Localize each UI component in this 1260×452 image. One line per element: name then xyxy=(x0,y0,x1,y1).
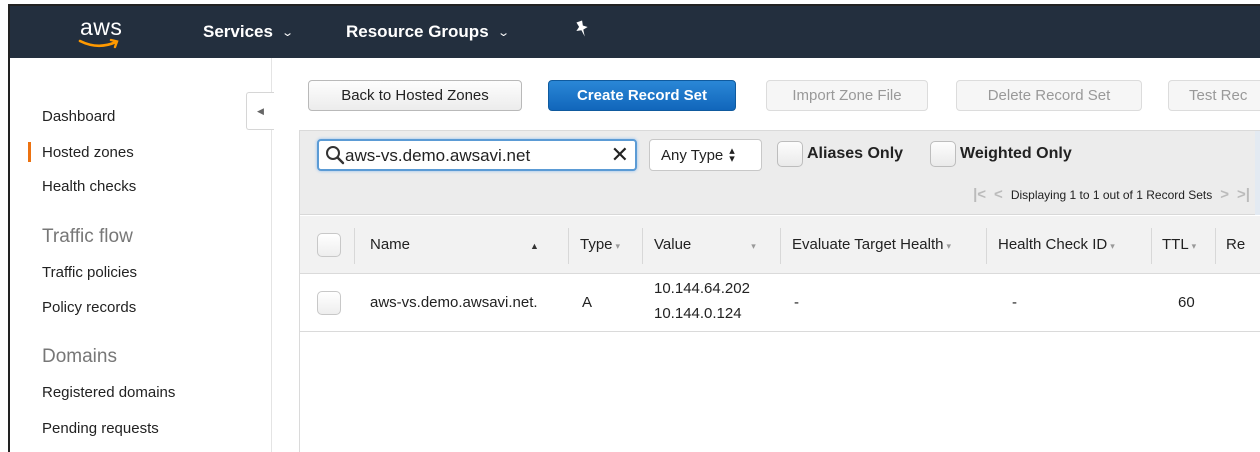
services-label: Services xyxy=(203,22,273,41)
import-zone-file-button[interactable]: Import Zone File xyxy=(766,80,928,111)
sidebar: ◀ Dashboard Hosted zones Health checks T… xyxy=(10,58,274,452)
search-box[interactable]: ✕ xyxy=(317,139,637,171)
column-separator xyxy=(1215,228,1216,264)
column-header-type[interactable]: Type ▾ xyxy=(580,236,620,253)
column-separator xyxy=(354,228,355,264)
chevron-left-icon: ◀ xyxy=(257,105,264,116)
search-icon xyxy=(326,146,345,165)
next-page-icon[interactable]: > xyxy=(1220,186,1229,203)
aliases-only-label: Aliases Only xyxy=(807,145,904,162)
create-record-set-button[interactable]: Create Record Set xyxy=(548,80,736,111)
aliases-only-checkbox[interactable] xyxy=(777,141,803,167)
column-header-evaluate-target-health[interactable]: Evaluate Target Health ▾ xyxy=(792,236,951,253)
active-indicator xyxy=(28,142,31,162)
record-type-value: Any Type xyxy=(661,146,724,164)
sidebar-item-dashboard[interactable]: Dashboard xyxy=(42,108,115,125)
column-header-routing[interactable]: Re xyxy=(1226,236,1245,253)
row-checkbox[interactable] xyxy=(317,291,341,315)
sidebar-section-traffic-flow: Traffic flow xyxy=(42,226,133,247)
sort-icon: ▾ xyxy=(946,241,952,251)
record-evaluate-target-health: - xyxy=(794,294,799,311)
main-content: Back to Hosted Zones Create Record Set I… xyxy=(274,58,1260,452)
previous-page-icon[interactable]: < xyxy=(994,186,1003,203)
pin-icon[interactable] xyxy=(574,20,590,38)
top-navigation-bar: aws Services ⌄ Resource Groups ⌄ xyxy=(10,6,1260,58)
weighted-only-checkbox[interactable] xyxy=(930,141,956,167)
aws-logo[interactable]: aws xyxy=(76,12,136,52)
resource-groups-label: Resource Groups xyxy=(346,22,489,41)
sort-icon: ▾ xyxy=(1191,241,1197,251)
delete-record-set-button[interactable]: Delete Record Set xyxy=(956,80,1142,111)
sidebar-item-hosted-zones[interactable]: Hosted zones xyxy=(42,144,134,161)
column-header-value[interactable]: Value ▾ xyxy=(654,236,756,253)
column-header-name[interactable]: Name ▲ xyxy=(370,236,539,253)
chevron-down-icon: ⌄ xyxy=(281,26,295,39)
select-all-checkbox[interactable] xyxy=(317,233,341,257)
first-page-icon[interactable]: |< xyxy=(973,186,986,203)
search-input[interactable] xyxy=(345,145,607,167)
table-row[interactable]: aws-vs.demo.awsavi.net. A 10.144.64.202 … xyxy=(300,274,1260,332)
clear-search-icon[interactable]: ✕ xyxy=(611,142,629,168)
column-separator xyxy=(986,228,987,264)
panel-edge-strip xyxy=(1255,131,1260,215)
sort-icon: ▾ xyxy=(1110,241,1115,251)
record-value-2: 10.144.0.124 xyxy=(654,305,742,322)
sidebar-item-health-checks[interactable]: Health checks xyxy=(42,178,136,195)
column-header-health-check-id[interactable]: Health Check ID ▾ xyxy=(998,236,1115,253)
record-type: A xyxy=(582,294,593,311)
last-page-icon[interactable]: >| xyxy=(1237,186,1250,203)
sort-ascending-icon: ▲ xyxy=(530,241,539,251)
chevron-down-icon: ⌄ xyxy=(496,26,510,39)
weighted-only-label: Weighted Only xyxy=(960,145,1072,162)
table-header: Name ▲ Type ▾ Value ▾ Evaluate Target Healt… xyxy=(300,216,1260,274)
record-sets-panel: ✕ Any Type ▴▾ Aliases Only Weighted Only… xyxy=(299,130,1260,452)
test-record-set-button[interactable]: Test Rec xyxy=(1168,80,1260,111)
sort-icon: ▾ xyxy=(615,241,621,251)
resource-groups-menu[interactable]: Resource Groups ⌄ xyxy=(346,22,510,42)
record-value-1: 10.144.64.202 xyxy=(654,280,750,297)
select-arrows-icon: ▴ ▾ xyxy=(729,145,735,165)
column-separator xyxy=(568,228,569,264)
pagination: |< < Displaying 1 to 1 out of 1 Record S… xyxy=(973,186,1250,203)
aws-smile-icon xyxy=(78,38,119,49)
filter-bar: ✕ Any Type ▴▾ Aliases Only Weighted Only… xyxy=(300,131,1260,215)
sidebar-item-traffic-policies[interactable]: Traffic policies xyxy=(42,264,137,281)
aws-logo-text: aws xyxy=(80,14,123,40)
collapse-sidebar-button[interactable]: ◀ xyxy=(246,92,274,130)
column-header-ttl[interactable]: TTL ▾ xyxy=(1162,236,1196,253)
record-name: aws-vs.demo.awsavi.net. xyxy=(370,294,538,311)
pagination-text: Displaying 1 to 1 out of 1 Record Sets xyxy=(1010,187,1213,202)
console-window: aws Services ⌄ Resource Groups ⌄ ◀ Dashb… xyxy=(8,4,1260,452)
sort-icon: ▾ xyxy=(751,241,756,251)
column-separator xyxy=(642,228,643,264)
sidebar-section-domains: Domains xyxy=(42,346,117,367)
column-separator xyxy=(780,228,781,264)
services-menu[interactable]: Services ⌄ xyxy=(203,22,295,42)
column-separator xyxy=(1151,228,1152,264)
sidebar-item-policy-records[interactable]: Policy records xyxy=(42,299,136,316)
record-ttl: 60 xyxy=(1178,294,1195,311)
record-health-check-id: - xyxy=(1012,294,1017,311)
sidebar-item-registered-domains[interactable]: Registered domains xyxy=(42,384,175,401)
back-to-hosted-zones-button[interactable]: Back to Hosted Zones xyxy=(308,80,522,111)
record-type-select[interactable]: Any Type ▴ ▾ xyxy=(649,139,762,171)
sidebar-item-pending-requests[interactable]: Pending requests xyxy=(42,420,159,437)
